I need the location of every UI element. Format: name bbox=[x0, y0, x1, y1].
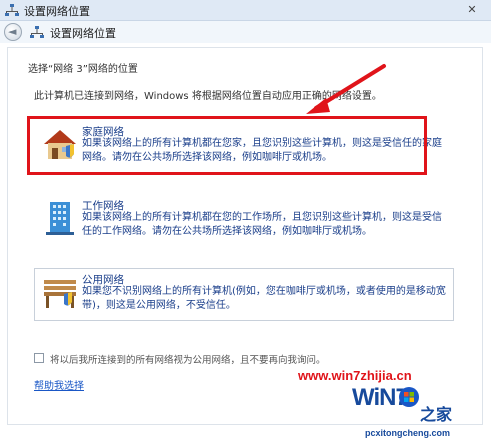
title-bar: 设置网络位置 ✕ bbox=[0, 0, 491, 21]
help-me-choose-link[interactable]: 帮助我选择 bbox=[34, 377, 84, 392]
watermark-url: www.win7zhijia.cn bbox=[298, 368, 412, 383]
public-network-checkbox-row[interactable]: 将以后我所连接到的所有网络视为公用网络，且不要再向我询问。 bbox=[34, 352, 454, 366]
watermark-cn: 之家 bbox=[420, 405, 453, 424]
network-prompt: 选择“网络 3”网络的位置 bbox=[28, 64, 138, 75]
navigation-bar: ◄ 设置网络位置 bbox=[0, 21, 491, 43]
windows-logo-icon bbox=[399, 387, 419, 407]
work-network-icon bbox=[46, 202, 74, 235]
window-title: 设置网络位置 bbox=[24, 5, 90, 18]
back-button[interactable]: ◄ bbox=[4, 23, 22, 41]
option-description: 如果该网络上的所有计算机都在您的工作场所，且您识别这些计算机，则这是受信任的工作… bbox=[82, 212, 442, 237]
option-description: 如果您不识别网络上的所有计算机(例如，您在咖啡厅或机场，或者使用的是移动宽带)，… bbox=[82, 286, 446, 311]
treat-as-public-checkbox[interactable] bbox=[34, 353, 44, 363]
page-title: 设置网络位置 bbox=[50, 27, 116, 40]
network-icon bbox=[30, 26, 44, 38]
work-network-option[interactable]: 工作网络 如果该网络上的所有计算机都在您的工作场所，且您识别这些计算机，则这是受… bbox=[34, 198, 454, 243]
network-icon bbox=[5, 4, 19, 16]
highlight-box bbox=[27, 116, 427, 175]
checkbox-label: 将以后我所连接到的所有网络视为公用网络，且不要再向我询问。 bbox=[50, 355, 326, 366]
back-arrow-icon: ◄ bbox=[8, 25, 17, 38]
public-network-option[interactable]: 公用网络 如果您不识别网络上的所有计算机(例如，您在咖啡厅或机场，或者使用的是移… bbox=[34, 272, 454, 317]
watermark-site: pcxitongcheng.com bbox=[365, 428, 451, 438]
close-button[interactable]: ✕ bbox=[459, 2, 485, 17]
red-arrow-icon bbox=[306, 64, 386, 114]
public-network-icon bbox=[44, 280, 76, 308]
